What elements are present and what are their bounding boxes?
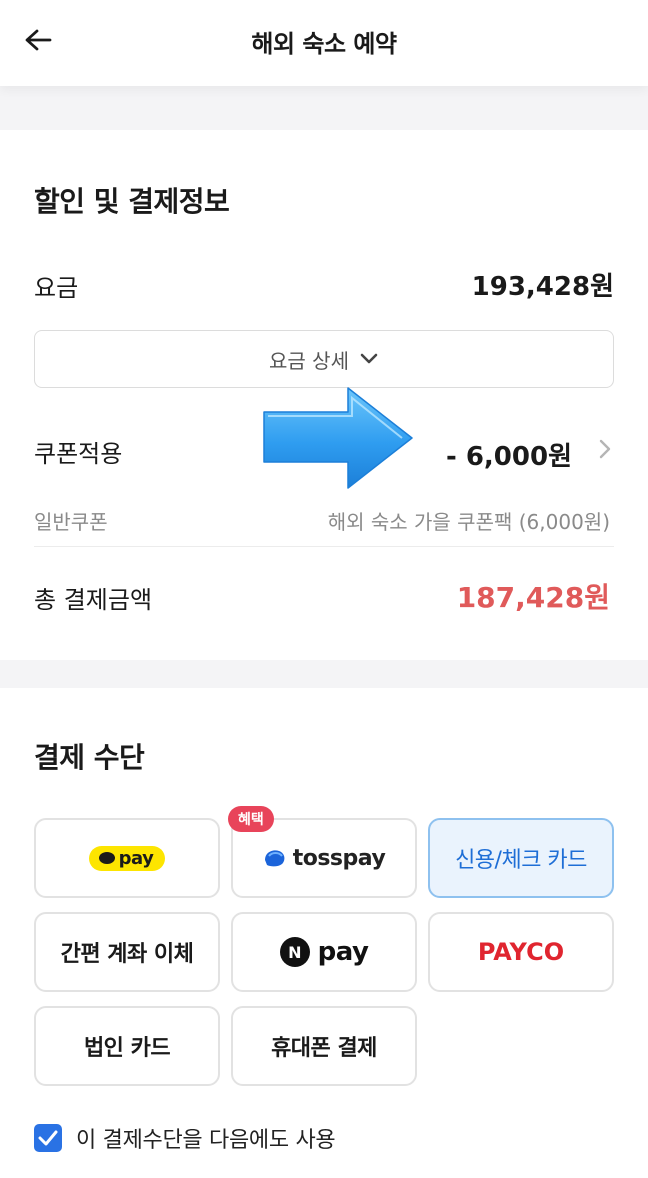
chevron-right-icon	[599, 439, 611, 459]
bank-transfer-button[interactable]: 간편 계좌 이체	[34, 912, 220, 992]
general-coupon-label: 일반쿠폰	[34, 510, 108, 534]
mobile-payment-button[interactable]: 휴대폰 결제	[231, 1006, 417, 1086]
page-title: 해외 숙소 예약	[251, 30, 397, 58]
payco-label: PAYCO	[477, 938, 565, 966]
credit-check-card-button[interactable]: 신용/체크 카드	[428, 818, 614, 898]
fee-value: 193,428원	[471, 272, 614, 302]
divider	[34, 546, 614, 547]
kakao-pay-button[interactable]: pay	[34, 818, 220, 898]
corporate-card-button[interactable]: 법인 카드	[34, 1006, 220, 1086]
fee-detail-label: 요금 상세	[269, 348, 349, 373]
naver-pay-logo: N pay	[279, 937, 369, 967]
toss-pay-logo: tosspay	[263, 846, 386, 871]
fee-detail-button[interactable]: 요금 상세	[34, 330, 614, 388]
toss-logo-icon	[264, 850, 285, 867]
app-header: 해외 숙소 예약	[0, 0, 648, 86]
mobile-payment-label: 휴대폰 결제	[271, 1036, 377, 1061]
payment-method-card: 결제 수단 pay tosspay 혜택 신용/체크 카드 간편 계좌 이체 N…	[0, 688, 648, 1178]
credit-check-card-label: 신용/체크 카드	[455, 848, 587, 873]
coupon-label: 쿠폰적용	[34, 440, 123, 468]
remember-payment-checkbox[interactable]	[34, 1124, 62, 1152]
benefit-badge: 혜택	[228, 806, 274, 832]
kakao-pay-label: pay	[118, 847, 154, 869]
naver-pay-label: pay	[317, 937, 369, 967]
remember-payment-label: 이 결제수단을 다음에도 사용	[76, 1128, 336, 1153]
naver-pay-button[interactable]: N pay	[231, 912, 417, 992]
arrow-right-icon	[263, 387, 413, 489]
toss-label-bold: toss	[292, 845, 343, 871]
total-value: 187,428원	[456, 581, 610, 614]
speech-bubble-icon	[98, 852, 115, 864]
remember-payment-row[interactable]: 이 결제수단을 다음에도 사용	[34, 1122, 336, 1154]
general-coupon-value: 해외 숙소 가을 쿠폰팩 (6,000원)	[327, 510, 610, 534]
checkmark-icon	[38, 1130, 58, 1146]
discount-payment-info-card: 할인 및 결제정보 요금 193,428원 요금 상세 쿠폰적용 - 6,000…	[0, 130, 648, 660]
section-title-discount: 할인 및 결제정보	[34, 185, 230, 218]
corporate-card-label: 법인 카드	[83, 1036, 171, 1061]
section-title-payment: 결제 수단	[34, 741, 145, 774]
fee-label: 요금	[34, 274, 79, 302]
kakao-pay-logo: pay	[88, 845, 166, 871]
bank-transfer-label: 간편 계좌 이체	[60, 942, 194, 967]
naver-n-icon: N	[279, 937, 310, 967]
payco-button[interactable]: PAYCO	[428, 912, 614, 992]
total-label: 총 결제금액	[34, 586, 153, 614]
coupon-value: - 6,000원	[445, 442, 572, 472]
chevron-down-icon	[360, 353, 378, 364]
toss-label-rest: pay	[342, 845, 386, 871]
